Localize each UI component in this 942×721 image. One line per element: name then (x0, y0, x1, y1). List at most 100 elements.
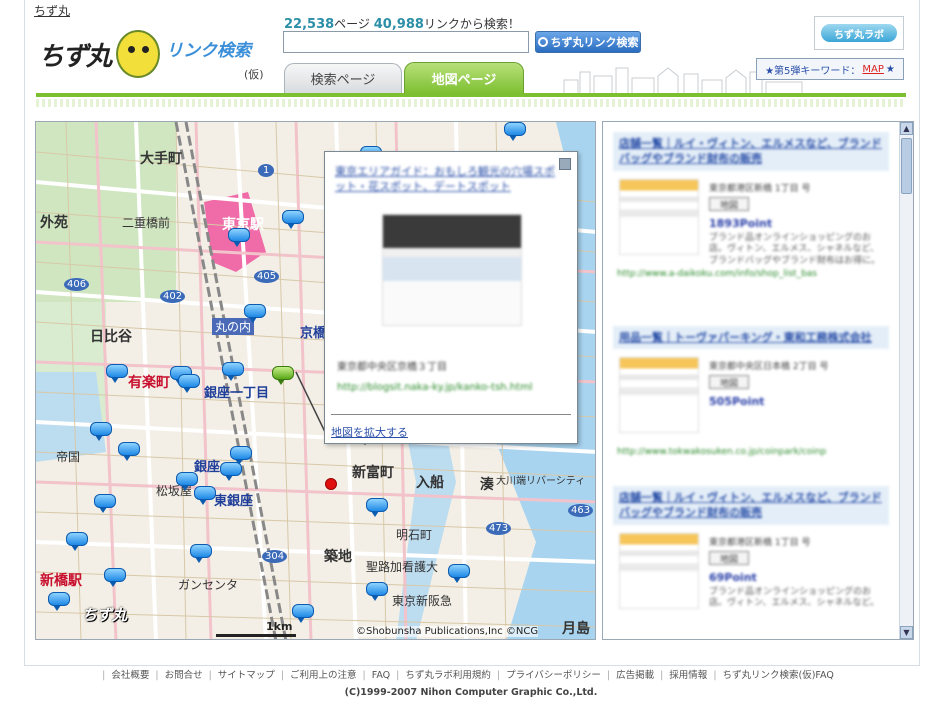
popup-address: 東京都中央区京橋３丁目 (337, 362, 447, 373)
result-title-link[interactable]: 店舗一覧｜ルイ・ヴィトン、エルメスなど、ブランドバッグやブランド財布の販売 (613, 486, 889, 525)
map-view[interactable]: 大手町 東京駅 丸の内 有楽町 銀座一丁目 銀座 東銀座 新富町 入船 湊 築地… (35, 121, 596, 640)
search-input[interactable] (283, 31, 529, 53)
logo-text: ちず丸 (38, 42, 112, 72)
results-scrollbar[interactable]: ▲ ▼ (899, 122, 913, 639)
map-marker[interactable] (48, 592, 70, 611)
result-thumbnail[interactable] (619, 532, 699, 609)
expand-map-link[interactable]: 地図を拡大する (331, 424, 408, 440)
map-marker[interactable] (366, 582, 388, 601)
result-points: 1893Point (709, 216, 773, 230)
search-button[interactable]: ちず丸リンク検索 (535, 31, 641, 53)
home-link[interactable]: ちず丸 (34, 2, 70, 19)
map-label-irifune: 入船 (416, 475, 444, 491)
result-address: 東京都中央区日本橋 2丁目 号 (709, 362, 829, 373)
result-url[interactable]: http://www.tokwakosuken.co.jp/coinpark/c… (617, 447, 826, 457)
map-marker[interactable] (66, 532, 88, 551)
map-marker[interactable] (222, 362, 244, 381)
map-marker[interactable] (220, 462, 242, 481)
keyword-prefix: ★第5弾キーワード： (765, 65, 861, 77)
footer-link-sitemap[interactable]: サイトマップ (212, 670, 281, 681)
map-label-tsukishima: 月島 (562, 621, 590, 637)
footer-link-advertising[interactable]: 広告掲載 (610, 670, 660, 681)
map-marker[interactable] (228, 228, 250, 247)
scroll-thumb[interactable] (901, 138, 912, 194)
footer-link-labo-terms[interactable]: ちず丸ラボ利用規約 (399, 670, 497, 681)
map-marker[interactable] (90, 422, 112, 441)
result-title-link[interactable]: 店舗一覧｜ルイ・ヴィトン、エルメスなど、ブランドバッグやブランド財布の販売 (613, 132, 889, 171)
result-title-link[interactable]: 用品一覧｜トーヴァパーキング・東和工務株式会社 (613, 326, 889, 350)
site-logo[interactable]: ちず丸 (36, 24, 164, 84)
result-points: 69Point (709, 570, 757, 584)
keyword-banner[interactable]: ★第5弾キーワード： MAP ★ (756, 58, 904, 80)
footer-link-link-search-faq[interactable]: ちず丸リンク検索(仮)FAQ (717, 670, 840, 681)
map-marker[interactable] (244, 304, 266, 323)
tab-map-page[interactable]: 地図ページ (404, 62, 524, 94)
map-label-nijubashi: 二重橋前 (122, 216, 171, 230)
labo-banner[interactable]: ちず丸ラボ (814, 16, 904, 50)
map-marker[interactable] (178, 374, 200, 393)
map-label-yurakucho: 有楽町 (128, 375, 170, 391)
result-item: 用品一覧｜トーヴァパーキング・東和工務株式会社 東京都中央区日本橋 2丁目 号 … (613, 326, 889, 469)
map-marker[interactable] (106, 364, 128, 383)
route-463-badge: 463 (568, 504, 594, 517)
map-marker[interactable] (282, 210, 304, 229)
footer-link-recruit[interactable]: 採用情報 (663, 670, 713, 681)
map-marker[interactable] (366, 498, 388, 517)
footer-link-privacy[interactable]: プライバシーポリシー (500, 670, 607, 681)
map-marker[interactable] (94, 494, 116, 513)
scroll-down-arrow-icon[interactable]: ▼ (900, 626, 913, 639)
map-watermark-logo: ちず丸 (82, 606, 128, 624)
footer-link-terms-notice[interactable]: ご利用上の注意 (284, 670, 363, 681)
map-marker[interactable] (504, 122, 526, 141)
link-count-suffix: リンクから検索！ (423, 17, 520, 31)
popup-title-link[interactable]: 東京エリアガイド：おもしろ観光の穴場スポット・花スポット、デートスポット (335, 164, 561, 195)
labo-button[interactable]: ちず丸ラボ (821, 24, 897, 42)
result-url[interactable]: http://www.a-daikoku.com/info/shop_list_… (617, 269, 817, 279)
map-label-tsukiji: 築地 (324, 549, 352, 565)
map-marker-selected[interactable] (272, 366, 294, 385)
footer-link-company[interactable]: 会社概要 (105, 670, 155, 681)
footer-link-faq[interactable]: FAQ (366, 670, 396, 681)
keyword-link[interactable]: MAP (862, 64, 884, 75)
map-marker[interactable] (194, 486, 216, 505)
header-divider (36, 93, 906, 97)
map-label-higashi-ginza: 東銀座 (214, 494, 254, 509)
popup-url[interactable]: http://blogsit.naka-ky.jp/kanko-tsh.html (337, 382, 533, 393)
link-count: 40,988 (373, 17, 424, 32)
map-label-ginza-1: 銀座一丁目 (204, 386, 270, 401)
result-map-button[interactable]: 地図 (709, 550, 749, 565)
result-item: 店舗一覧｜ルイ・ヴィトン、エルメスなど、ブランドバッグやブランド財布の販売 東京… (613, 486, 889, 639)
map-scale-bar (216, 634, 296, 637)
result-map-button[interactable]: 地図 (709, 375, 749, 390)
keyword-suffix: ★ (885, 63, 895, 75)
map-label-minato: 湊 (480, 477, 494, 493)
map-label-teikoku: 帝国 (56, 450, 81, 464)
footer-nav: | 会社概要 | お問合せ | サイトマップ | ご利用上の注意 | FAQ | ちず丸ラボ利用規約 |… (0, 667, 942, 681)
result-map-button[interactable]: 地図 (709, 196, 749, 211)
route-405-badge: 405 (254, 270, 280, 283)
map-marker[interactable] (176, 472, 198, 491)
search-button-label: ちず丸リンク検索 (550, 36, 639, 49)
footer-link-contact[interactable]: お問合せ (159, 670, 209, 681)
popup-thumbnail[interactable] (382, 214, 522, 326)
map-label-shintomicho: 新富町 (352, 465, 394, 481)
result-description: ブランド品オンラインショッピングのお店。ヴィトン、エルメス、シャネルなど。 (709, 586, 880, 609)
map-label-otemachi: 大手町 (140, 151, 182, 167)
result-description: ブランド品オンラインショッピングのお店。ヴィトン、エルメス、シャネルなど、ブラン… (709, 232, 881, 267)
map-marker[interactable] (118, 442, 140, 461)
result-address: 東京都港区新橋 1丁目 号 (709, 537, 811, 548)
map-marker[interactable] (104, 568, 126, 587)
map-label-okawabata: 大川端リバーシティ (496, 476, 586, 487)
map-label-hibiya: 日比谷 (90, 329, 132, 345)
results-panel: 店舗一覧｜ルイ・ヴィトン、エルメスなど、ブランドバッグやブランド財布の販売 東京… (602, 121, 914, 640)
result-thumbnail[interactable] (619, 178, 699, 255)
map-marker[interactable] (230, 446, 252, 465)
map-marker[interactable] (448, 564, 470, 583)
tab-search-page[interactable]: 検索ページ (284, 63, 402, 93)
map-marker[interactable] (292, 604, 314, 623)
map-label-shimbashi: 新橋駅 (40, 573, 82, 589)
scroll-up-arrow-icon[interactable]: ▲ (900, 122, 913, 135)
page-count: 22,538 (284, 17, 335, 32)
result-thumbnail[interactable] (619, 357, 699, 434)
map-marker[interactable] (190, 544, 212, 563)
